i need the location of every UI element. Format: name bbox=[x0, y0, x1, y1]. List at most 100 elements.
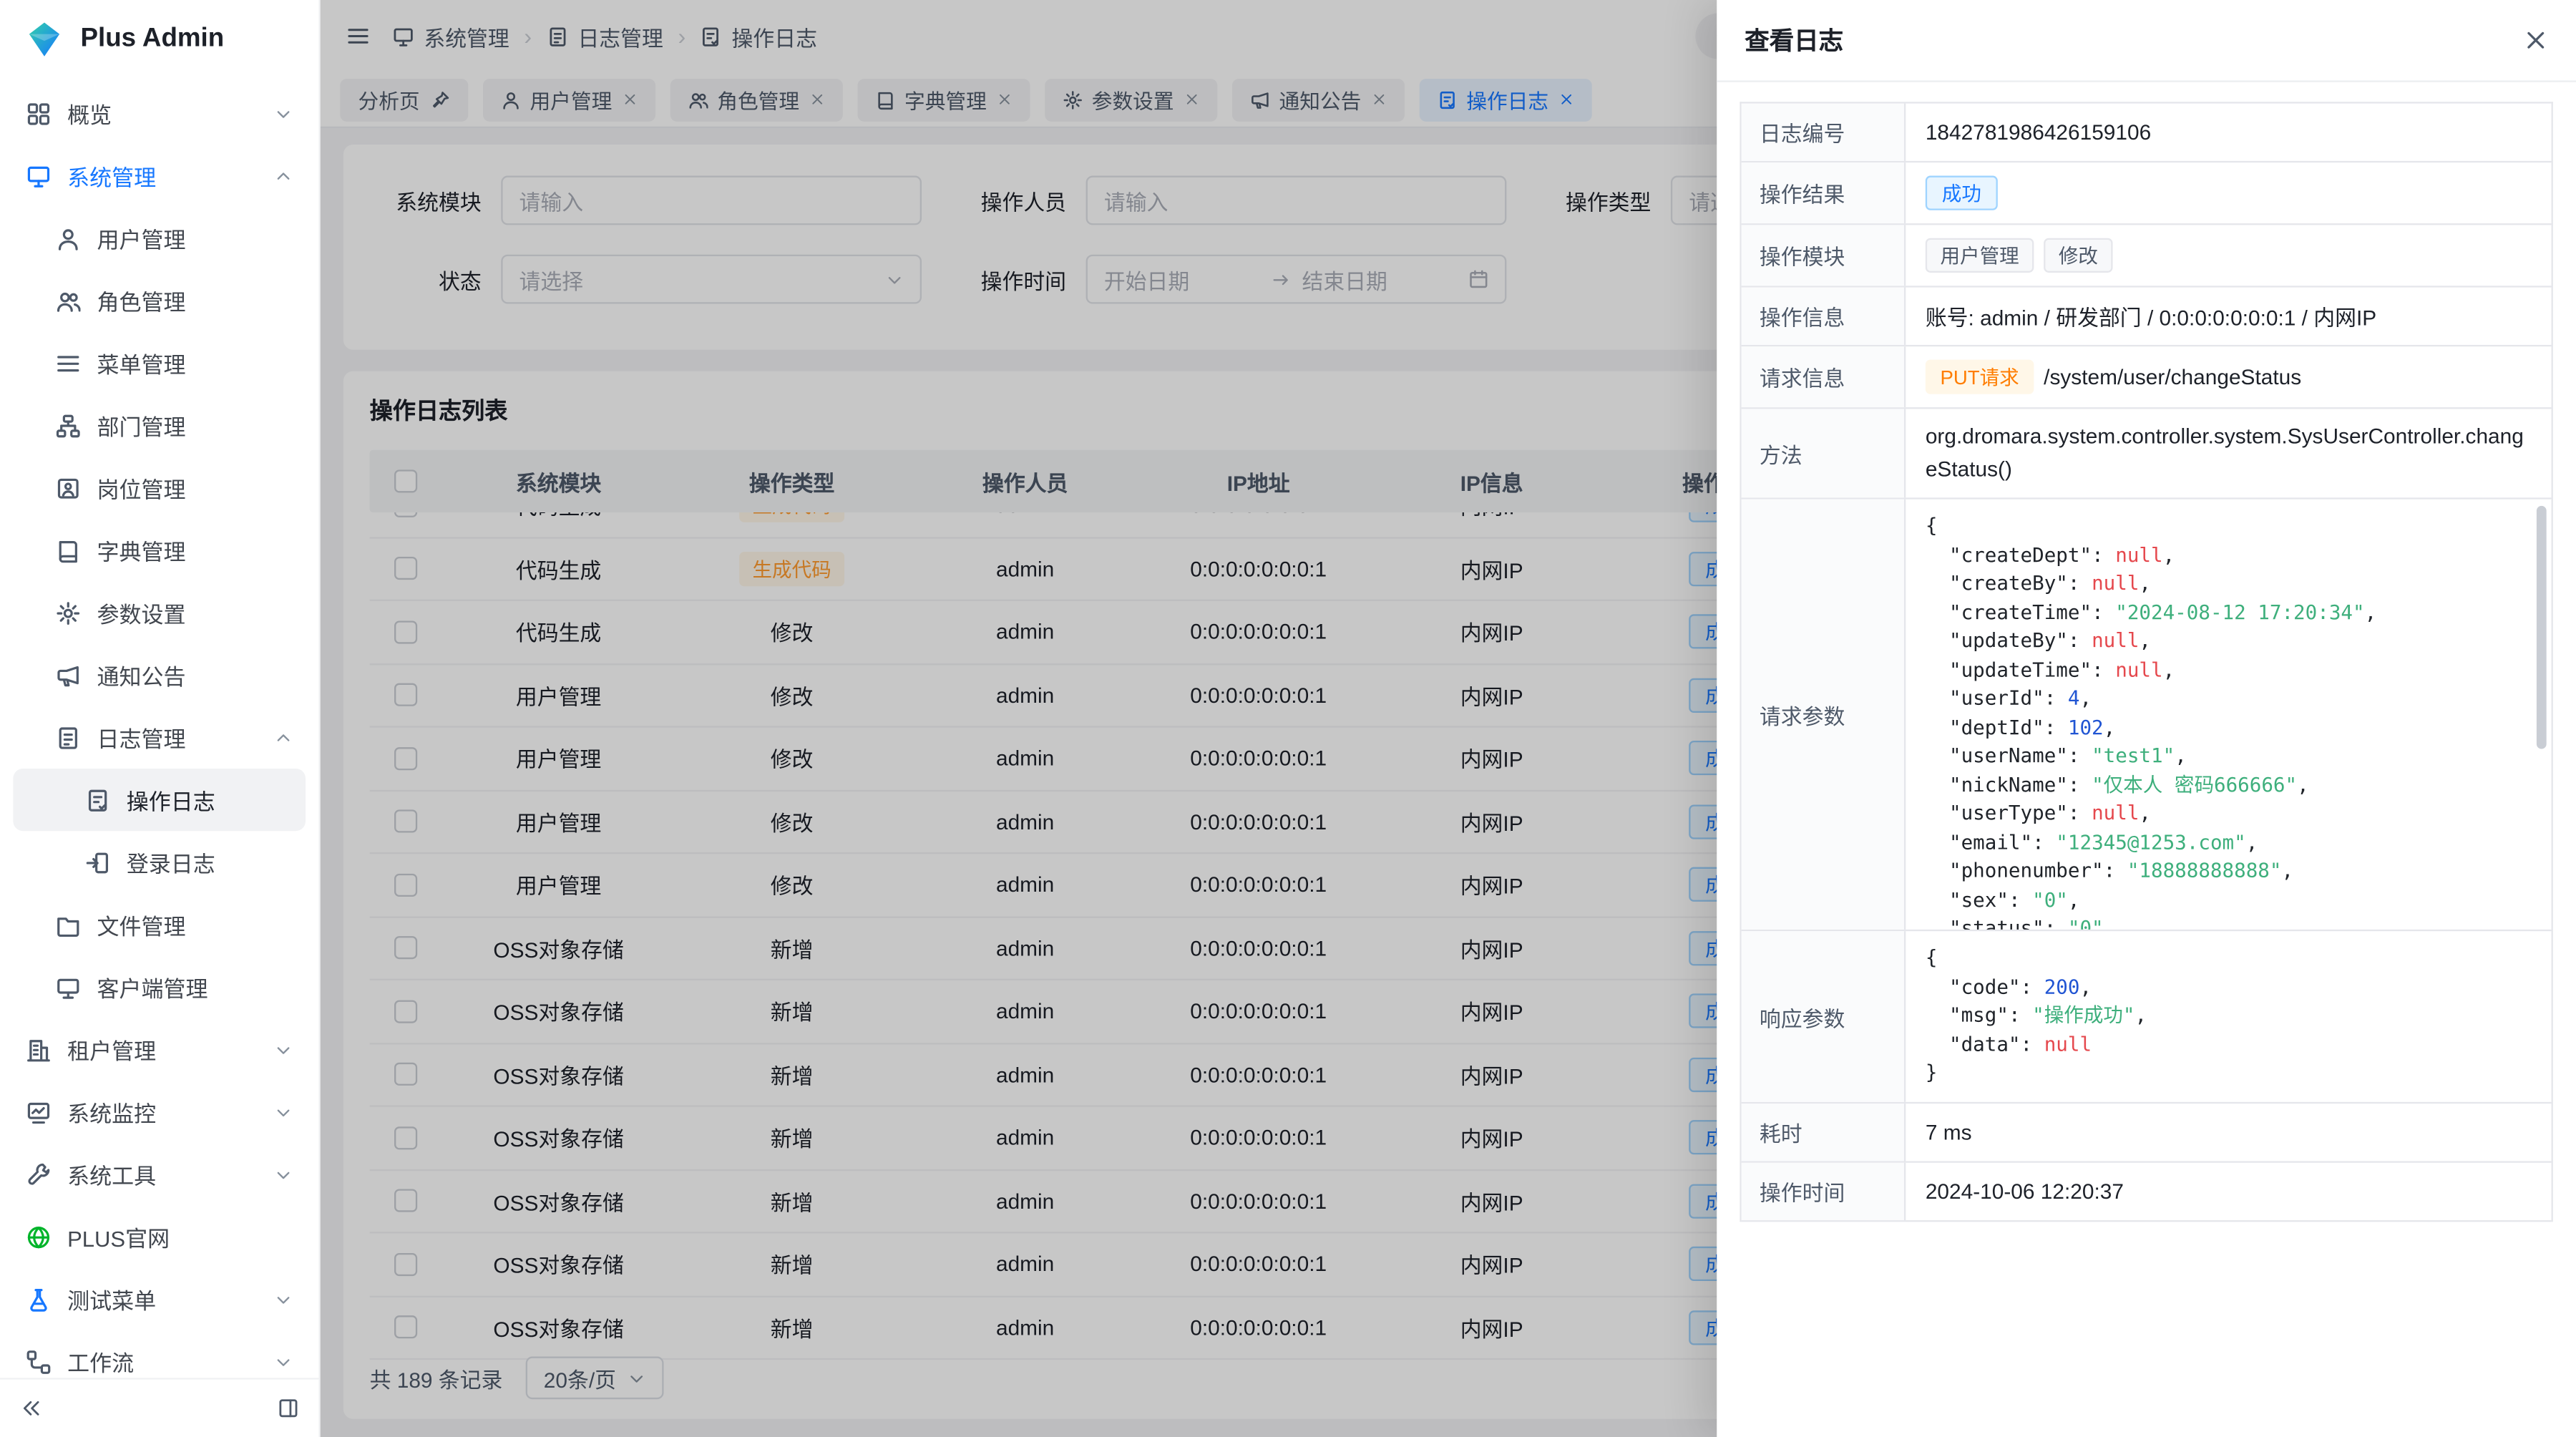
sidebar-item-label: 岗位管理 bbox=[97, 472, 292, 505]
test-icon bbox=[26, 1287, 53, 1311]
module-value: 用户管理 修改 bbox=[1906, 225, 2551, 286]
desc-row-oper-time: 操作时间 2024-10-06 12:20:37 bbox=[1742, 1162, 2552, 1222]
sidebar-item[interactable]: 概览 bbox=[13, 82, 306, 145]
monitor2-icon bbox=[26, 1099, 53, 1124]
response-params-value: { "code": 200, "msg": "操作成功", "data": nu… bbox=[1906, 932, 2551, 1102]
chevron-up-icon bbox=[274, 167, 292, 185]
sidebar-item-label: 通知公告 bbox=[97, 658, 292, 691]
desc-row-info: 操作信息 账号: admin / 研发部门 / 0:0:0:0:0:0:0:1 … bbox=[1742, 288, 2552, 347]
tools-icon bbox=[26, 1162, 53, 1187]
sidebar-item-label: 租户管理 bbox=[67, 1033, 274, 1066]
chevron-down-icon bbox=[274, 104, 292, 122]
code-scrollbar[interactable] bbox=[2537, 506, 2547, 923]
sidebar-item-label: 用户管理 bbox=[97, 222, 292, 255]
desc-row-module: 操作模块 用户管理 修改 bbox=[1742, 225, 2552, 287]
app-title: Plus Admin bbox=[81, 24, 225, 54]
folder-icon bbox=[56, 912, 82, 937]
desc-label: 耗时 bbox=[1742, 1104, 1906, 1161]
sidebar-item[interactable]: 参数设置 bbox=[13, 581, 306, 643]
sidebar-footer bbox=[0, 1378, 318, 1437]
sidebar-item-label: 系统管理 bbox=[67, 160, 274, 193]
sidebar-item-label: 日志管理 bbox=[97, 721, 274, 754]
desc-row-log-id: 日志编号 1842781986426159106 bbox=[1742, 104, 2552, 163]
duration-value: 7 ms bbox=[1906, 1104, 2551, 1161]
collapse-sidebar-icon[interactable] bbox=[20, 1398, 42, 1419]
sidebar-item-label: 系统工具 bbox=[67, 1158, 274, 1191]
success-tag: 成功 bbox=[1926, 176, 1998, 210]
chevron-up-icon bbox=[274, 729, 292, 746]
menu-icon bbox=[56, 351, 82, 375]
globe-icon bbox=[26, 1224, 53, 1249]
request-info-value: PUT请求 /system/user/changeStatus bbox=[1906, 346, 2551, 407]
monitor-icon bbox=[26, 163, 53, 187]
sidebar-item[interactable]: 操作日志 bbox=[13, 769, 306, 831]
desc-label: 操作时间 bbox=[1742, 1162, 1906, 1219]
pin-sidebar-icon[interactable] bbox=[278, 1398, 299, 1419]
sidebar-item-label: 操作日志 bbox=[127, 784, 293, 817]
users-icon bbox=[56, 288, 82, 313]
book-icon bbox=[56, 538, 82, 562]
request-params-value: { "createDept": null, "createBy": null, … bbox=[1906, 500, 2551, 930]
close-icon[interactable] bbox=[2524, 28, 2548, 52]
sidebar-item-label: 登录日志 bbox=[127, 846, 293, 879]
desc-row-response-params: 响应参数 { "code": 200, "msg": "操作成功", "data… bbox=[1742, 932, 2552, 1104]
request-url: /system/user/changeStatus bbox=[2044, 364, 2301, 389]
workflow-icon bbox=[26, 1349, 53, 1373]
sidebar-item[interactable]: 登录日志 bbox=[13, 831, 306, 893]
module-tag: 用户管理 bbox=[1926, 238, 2034, 273]
chevron-down-icon bbox=[274, 1041, 292, 1058]
oper-info-value: 账号: admin / 研发部门 / 0:0:0:0:0:0:0:1 / 内网I… bbox=[1906, 288, 2551, 345]
desc-label: 响应参数 bbox=[1742, 932, 1906, 1102]
oper-time-value: 2024-10-06 12:20:37 bbox=[1906, 1162, 2551, 1219]
sidebar-item-label: 部门管理 bbox=[97, 409, 292, 442]
result-value: 成功 bbox=[1906, 162, 2551, 223]
app-root: 系统管理›日志管理›操作日志 搜索 分析页用户管理角色管理字典管理参数设置通知公… bbox=[0, 0, 2576, 1437]
log-icon bbox=[56, 725, 82, 749]
desc-label: 操作结果 bbox=[1742, 162, 1906, 223]
sidebar-item-label: 概览 bbox=[67, 97, 274, 130]
desc-label: 日志编号 bbox=[1742, 104, 1906, 161]
http-method-tag: PUT请求 bbox=[1926, 360, 2034, 394]
operlog-icon bbox=[85, 787, 112, 812]
sidebar-item[interactable]: 字典管理 bbox=[13, 519, 306, 581]
chevron-down-icon bbox=[274, 1165, 292, 1183]
sidebar-item[interactable]: 菜单管理 bbox=[13, 332, 306, 394]
sidebar-item-label: 工作流 bbox=[67, 1345, 274, 1378]
sidebar-item[interactable]: 用户管理 bbox=[13, 207, 306, 269]
sidebar-item-label: 测试菜单 bbox=[67, 1282, 274, 1315]
sidebar-item-label: 角色管理 bbox=[97, 284, 292, 317]
sidebar-item-label: 文件管理 bbox=[97, 908, 292, 941]
sidebar-item[interactable]: 部门管理 bbox=[13, 394, 306, 457]
desc-row-method: 方法 org.dromara.system.controller.system.… bbox=[1742, 409, 2552, 500]
sidebar-item[interactable]: 系统工具 bbox=[13, 1143, 306, 1205]
sidebar-item-label: 字典管理 bbox=[97, 534, 292, 567]
sidebar-item[interactable]: 系统监控 bbox=[13, 1081, 306, 1143]
client-icon bbox=[56, 975, 82, 999]
app-logo[interactable]: Plus Admin bbox=[0, 0, 318, 79]
desc-label: 操作模块 bbox=[1742, 225, 1906, 286]
drawer-header: 查看日志 bbox=[1717, 0, 2576, 82]
grid-icon bbox=[26, 101, 53, 125]
loginlog-icon bbox=[85, 850, 112, 875]
sidebar-item[interactable]: 通知公告 bbox=[13, 644, 306, 706]
sidebar-item-label: PLUS官网 bbox=[67, 1220, 293, 1253]
sidebar-item[interactable]: 测试菜单 bbox=[13, 1268, 306, 1330]
action-tag: 修改 bbox=[2044, 238, 2112, 273]
sidebar-item[interactable]: 文件管理 bbox=[13, 893, 306, 955]
sidebar-item-label: 系统监控 bbox=[67, 1096, 274, 1129]
sidebar-item[interactable]: 系统管理 bbox=[13, 145, 306, 207]
sidebar-item-label: 客户端管理 bbox=[97, 970, 292, 1003]
scrollbar-thumb[interactable] bbox=[2537, 506, 2547, 748]
sidebar-item[interactable]: 工作流 bbox=[13, 1330, 306, 1378]
sidebar-item[interactable]: 租户管理 bbox=[13, 1018, 306, 1081]
sidebar-item[interactable]: PLUS官网 bbox=[13, 1205, 306, 1267]
sidebar: Plus Admin 概览系统管理用户管理角色管理菜单管理部门管理岗位管理字典管… bbox=[0, 0, 321, 1437]
sidebar-item[interactable]: 客户端管理 bbox=[13, 956, 306, 1018]
sidebar-item[interactable]: 岗位管理 bbox=[13, 457, 306, 519]
sidebar-item[interactable]: 角色管理 bbox=[13, 269, 306, 331]
request-params-code: { "createDept": null, "createBy": null, … bbox=[1906, 500, 2551, 930]
desc-label: 请求信息 bbox=[1742, 346, 1906, 407]
megaphone-icon bbox=[56, 663, 82, 687]
desc-row-result: 操作结果 成功 bbox=[1742, 162, 2552, 225]
sidebar-item[interactable]: 日志管理 bbox=[13, 706, 306, 769]
